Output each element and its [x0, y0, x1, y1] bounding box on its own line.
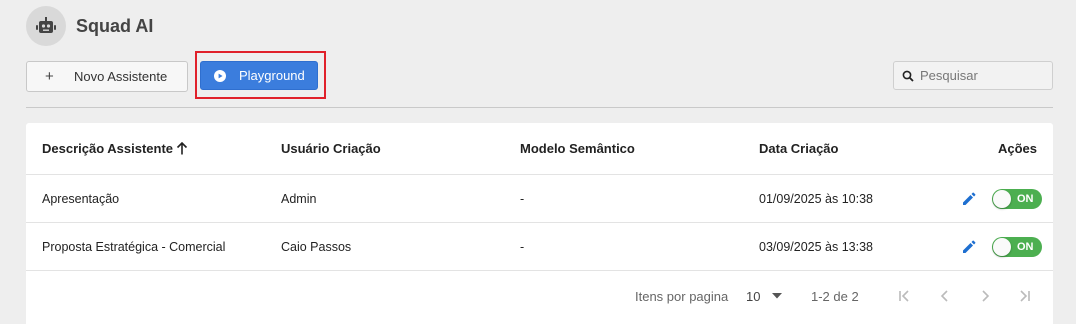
page-range: 1-2 de 2 [811, 288, 859, 304]
cell-model: - [520, 191, 525, 206]
header-user[interactable]: Usuário Criação [281, 123, 381, 174]
divider [26, 107, 1053, 108]
robot-icon [26, 6, 66, 46]
pagination: Itens por pagina 10 1-2 de 2 [26, 271, 1053, 321]
previous-page-icon[interactable] [936, 287, 954, 305]
assistants-table: Descrição Assistente Usuário Criação Mod… [26, 123, 1053, 324]
active-toggle[interactable]: ON [992, 236, 1042, 257]
toggle-label: ON [1017, 192, 1034, 205]
new-assistant-button[interactable]: + Novo Assistente [26, 61, 188, 92]
edit-pencil-icon[interactable] [961, 191, 977, 207]
arrow-up-icon [176, 142, 188, 155]
cell-description: Proposta Estratégica - Comercial [42, 239, 226, 254]
row-actions: ON [961, 223, 1042, 270]
plus-icon: + [45, 68, 54, 85]
app-header: Squad AI [26, 6, 153, 46]
playground-button[interactable]: Playground [200, 61, 318, 90]
edit-pencil-icon[interactable] [961, 239, 977, 255]
table-row[interactable]: Proposta Estratégica - Comercial Caio Pa… [26, 223, 1053, 271]
items-per-page-label: Itens por pagina [635, 288, 729, 304]
header-description-label: Descrição Assistente [42, 141, 174, 156]
cell-date: 01/09/2025 às 10:38 [759, 191, 873, 206]
items-per-page-value: 10 [746, 288, 761, 304]
cell-user: Caio Passos [281, 239, 352, 254]
active-toggle[interactable]: ON [992, 188, 1042, 209]
header-description[interactable]: Descrição Assistente [42, 123, 188, 174]
header-date[interactable]: Data Criação [759, 123, 838, 174]
last-page-icon[interactable] [1015, 287, 1033, 305]
search-icon [902, 70, 914, 82]
caret-down-icon [772, 293, 783, 299]
cell-date: 03/09/2025 às 13:38 [759, 239, 873, 254]
new-assistant-label: Novo Assistente [74, 69, 168, 84]
header-actions: Ações [997, 141, 1037, 156]
next-page-icon[interactable] [976, 287, 994, 305]
cell-description: Apresentação [42, 191, 120, 206]
items-per-page-select[interactable]: 10 [746, 271, 783, 321]
table-header-row: Descrição Assistente Usuário Criação Mod… [26, 123, 1053, 175]
toggle-knob [993, 189, 1011, 208]
toggle-knob [993, 237, 1011, 256]
table-row[interactable]: Apresentação Admin - 01/09/2025 às 10:38… [26, 175, 1053, 223]
search-input[interactable] [920, 68, 1040, 83]
header-model[interactable]: Modelo Semântico [520, 123, 635, 174]
toggle-label: ON [1017, 240, 1034, 253]
cell-user: Admin [281, 191, 317, 206]
app-title: Squad AI [76, 15, 154, 36]
cell-model: - [520, 239, 525, 254]
play-circle-icon [214, 69, 226, 82]
row-actions: ON [961, 175, 1042, 222]
first-page-icon[interactable] [896, 287, 914, 305]
playground-label: Playground [239, 68, 305, 83]
search-box[interactable] [893, 61, 1053, 90]
